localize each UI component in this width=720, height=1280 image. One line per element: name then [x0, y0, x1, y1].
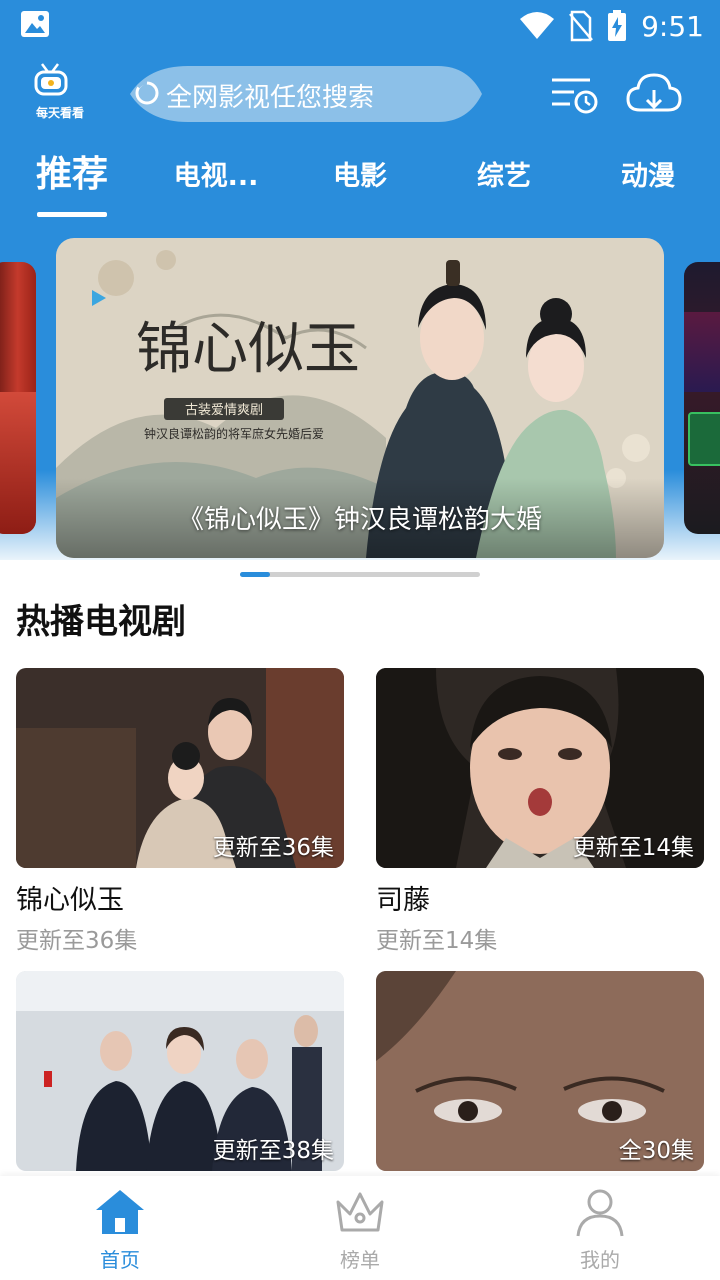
banner-art-subtitle2: 钟汉良谭松韵的将军庶女先婚后爱	[144, 426, 324, 441]
drama-card[interactable]: 全30集	[376, 971, 704, 1171]
no-sim-icon	[569, 10, 594, 42]
search-placeholder: 全网影视任您搜索	[166, 83, 375, 113]
bottom-navigation: 首页 榜单 我的	[0, 1176, 720, 1280]
nav-profile[interactable]: 我的	[540, 1176, 660, 1280]
drama-card[interactable]: 更新至14集 司藤 更新至14集	[376, 668, 704, 955]
tab-tv[interactable]: 电视...	[174, 154, 259, 193]
nav-home[interactable]: 首页	[60, 1176, 180, 1280]
drama-status: 更新至36集	[16, 928, 138, 954]
drama-thumbnail: 更新至38集	[16, 971, 344, 1171]
home-icon	[96, 1190, 144, 1234]
search-bar[interactable]: 全网影视任您搜索	[128, 64, 482, 124]
banner-caption: 《锦心似玉》钟汉良谭松韵大婚	[177, 505, 542, 535]
cloud-download-icon[interactable]	[626, 70, 682, 118]
status-time: 9:51	[641, 9, 704, 43]
nav-ranking-label: 榜单	[340, 1248, 380, 1272]
drama-thumbnail: 全30集	[376, 971, 704, 1171]
search-icon	[135, 81, 159, 105]
battery-charging-icon	[608, 10, 627, 41]
crown-icon	[336, 1192, 384, 1232]
episode-badge: 更新至14集	[572, 835, 694, 861]
tv-logo-icon	[34, 63, 68, 96]
nav-profile-label: 我的	[580, 1248, 620, 1272]
banner-next-peek[interactable]	[684, 262, 720, 534]
drama-card[interactable]: 更新至38集	[16, 971, 344, 1171]
person-icon	[576, 1189, 624, 1237]
drama-title: 司藤	[376, 885, 430, 916]
tab-movie[interactable]: 电影	[333, 154, 387, 193]
active-tab-indicator	[37, 212, 107, 217]
app-logo[interactable]: 每天看看	[18, 62, 84, 120]
history-icon[interactable]	[548, 72, 600, 116]
section-title: 热播电视剧	[16, 602, 186, 642]
carousel-indicator-active	[240, 572, 270, 577]
tab-recommended[interactable]: 推荐	[36, 145, 108, 197]
episode-badge: 更新至38集	[212, 1138, 334, 1164]
logo-text: 每天看看	[36, 106, 85, 120]
drama-card[interactable]: 更新至36集 锦心似玉 更新至36集	[16, 668, 344, 955]
drama-thumbnail: 更新至14集	[376, 668, 704, 868]
drama-thumbnail: 更新至36集	[16, 668, 344, 868]
tab-variety[interactable]: 综艺	[477, 154, 531, 193]
banner-art-title: 锦心似玉	[136, 317, 360, 382]
drama-title: 锦心似玉	[16, 885, 124, 916]
wifi-icon	[520, 12, 555, 39]
gallery-notification-icon	[21, 11, 49, 37]
tab-anime[interactable]: 动漫	[621, 154, 675, 193]
banner-prev-peek[interactable]	[0, 262, 36, 534]
carousel-indicator-track	[240, 572, 480, 577]
category-tabs: 推荐 电视... 电影 综艺 动漫	[0, 140, 720, 224]
status-bar: 9:51	[0, 0, 720, 50]
nav-ranking[interactable]: 榜单	[300, 1176, 420, 1280]
banner-art-subtitle1: 古装爱情爽剧	[185, 403, 263, 418]
nav-home-label: 首页	[100, 1248, 140, 1272]
episode-badge: 更新至36集	[212, 835, 334, 861]
top-bar: 每天看看 全网影视任您搜索	[0, 58, 720, 134]
drama-status: 更新至14集	[376, 928, 498, 954]
banner-slide[interactable]: 锦心似玉 古装爱情爽剧 钟汉良谭松韵的将军庶女先婚后爱 《锦心似玉》钟汉良谭松韵…	[56, 238, 664, 558]
episode-badge: 全30集	[618, 1138, 694, 1164]
